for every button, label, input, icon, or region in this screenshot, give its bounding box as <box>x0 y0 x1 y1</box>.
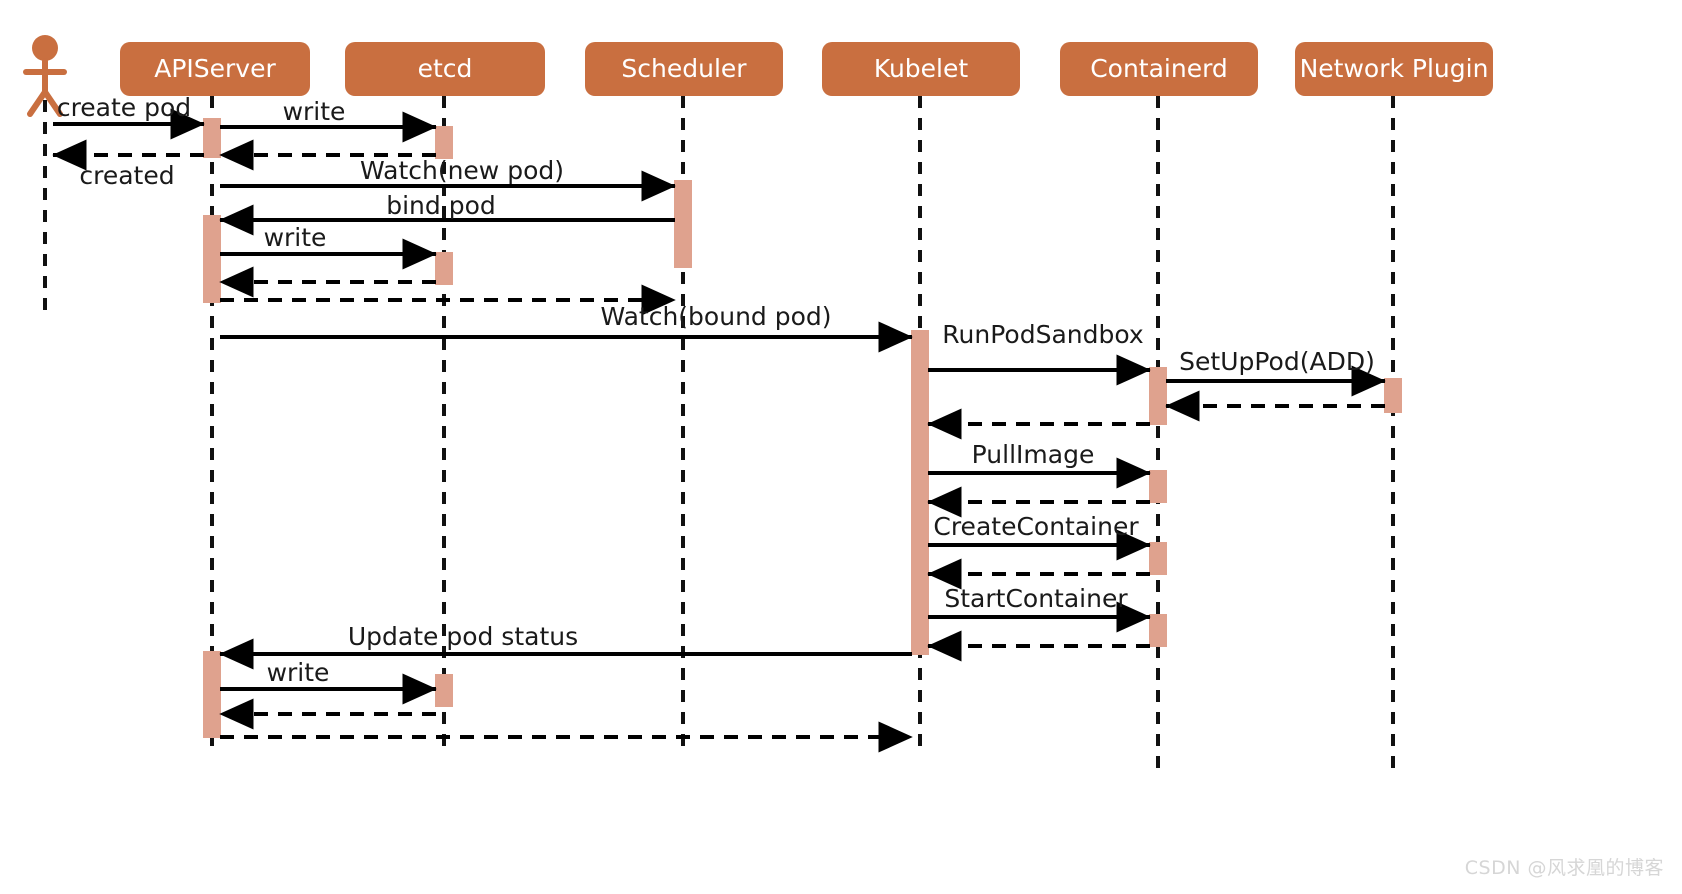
messages-group: create pod write created Watch(new pod) bind… <box>52 93 1386 753</box>
message-label-m4: created <box>79 161 174 190</box>
activation-bar-kubelet <box>911 330 929 655</box>
actor-leg-left <box>27 89 48 117</box>
sequence-diagram-canvas: create pod write created Watch(new pod) bind… <box>0 0 1682 894</box>
activation-bar-apiserver <box>203 651 221 738</box>
activation-bar-etcd <box>435 674 453 707</box>
participant-containerd[interactable]: Containerd <box>1060 42 1258 96</box>
participant-apiserver[interactable]: APIServer <box>120 42 310 96</box>
activation-bar-containerd <box>1149 470 1167 503</box>
message-label-m6: bind pod <box>386 191 496 220</box>
participant-boxes-group: APIServer etcd Scheduler Kubelet Containerd N… <box>120 42 1493 96</box>
activation-bar-etcd <box>435 126 453 159</box>
lifelines-group <box>43 96 1395 768</box>
activation-bar-containerd <box>1149 614 1167 647</box>
message-label-m2: write <box>283 97 346 126</box>
participant-etcd[interactable]: etcd <box>345 42 545 96</box>
activation-bar-scheduler <box>674 180 692 268</box>
actor-head <box>32 35 58 61</box>
participant-kubelet[interactable]: Kubelet <box>822 42 1020 96</box>
message-label-m17: CreateContainer <box>933 512 1139 541</box>
participant-label-scheduler: Scheduler <box>621 54 747 83</box>
message-label-m7: write <box>264 223 327 252</box>
sequence-diagram-svg: create pod write created Watch(new pod) bind… <box>23 35 1493 768</box>
message-label-m12: SetUpPod(ADD) <box>1179 347 1375 376</box>
watermark-credit: CSDN @风求凰的博客 <box>1464 857 1664 879</box>
activation-bar-apiserver <box>203 118 221 158</box>
message-label-m11: RunPodSandbox <box>942 320 1143 349</box>
message-label-m19: StartContainer <box>944 584 1128 613</box>
participant-netplugin[interactable]: Network Plugin <box>1295 42 1493 96</box>
message-label-m21: Update pod status <box>348 622 578 651</box>
participant-label-etcd: etcd <box>418 54 473 83</box>
message-label-m1: create pod <box>57 93 191 122</box>
message-label-m22: write <box>267 658 330 687</box>
participant-label-netplugin: Network Plugin <box>1300 54 1489 83</box>
message-label-m5: Watch(new pod) <box>360 156 564 185</box>
activation-bar-containerd <box>1149 542 1167 575</box>
participant-label-containerd: Containerd <box>1090 54 1228 83</box>
message-label-m15: PullImage <box>972 440 1095 469</box>
message-label-m10: Watch(bound pod) <box>600 302 831 331</box>
participant-scheduler[interactable]: Scheduler <box>585 42 783 96</box>
participant-label-apiserver: APIServer <box>154 54 276 83</box>
activation-bar-netplugin <box>1384 378 1402 413</box>
activation-bar-apiserver <box>203 215 221 303</box>
activation-bar-containerd <box>1149 367 1167 425</box>
activation-bar-etcd <box>435 252 453 285</box>
participant-label-kubelet: Kubelet <box>874 54 969 83</box>
